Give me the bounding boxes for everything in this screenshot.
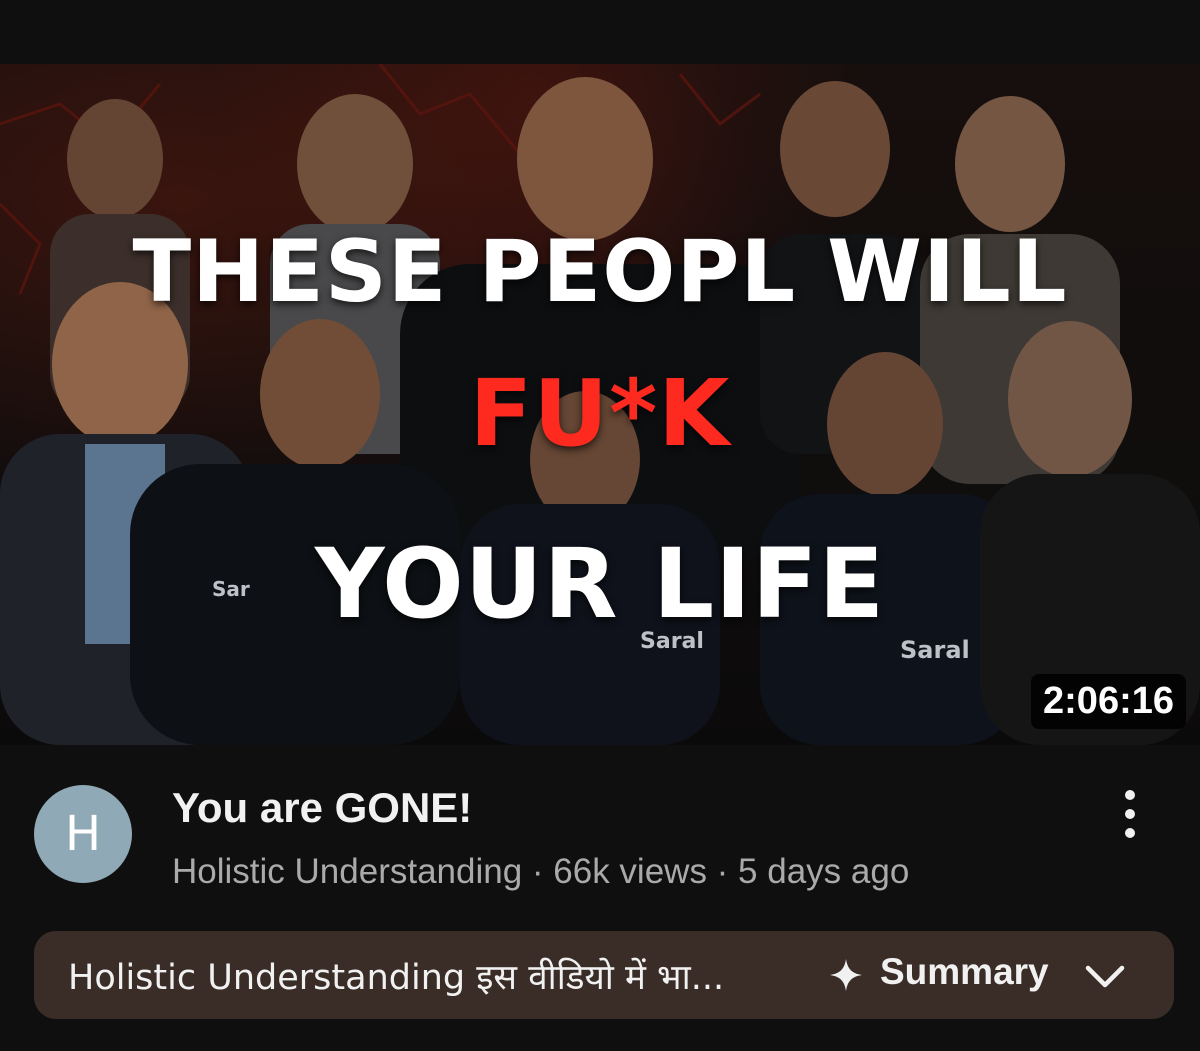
video-meta: Holistic Understanding · 66k views · 5 d… — [172, 852, 910, 891]
summary-label: Summary — [880, 951, 1049, 992]
thumbnail-caption-line-3: YOUR LIFE — [314, 528, 886, 640]
channel-avatar[interactable]: H — [34, 785, 132, 883]
summary-text: Holistic Understanding इस वीडियो में भा.… — [68, 958, 725, 998]
sparkle-icon — [830, 959, 862, 991]
thumbnail-caption-line-2: FU*K — [469, 360, 731, 467]
chevron-down-icon — [1085, 965, 1125, 988]
thumbnail-caption-line-1: THESE PEOPL WILL — [132, 222, 1068, 322]
video-thumbnail[interactable]: Saral Saral Sar THESE PEOPL WILL FU*K YO… — [0, 64, 1200, 745]
menu-dot — [1125, 809, 1135, 819]
menu-dot — [1125, 828, 1135, 838]
video-title[interactable]: You are GONE! — [172, 784, 472, 832]
menu-dot — [1125, 790, 1135, 800]
summary-bar[interactable]: Holistic Understanding इस वीडियो में भा.… — [34, 931, 1174, 1019]
video-duration-badge: 2:06:16 — [1031, 674, 1186, 729]
channel-avatar-initial: H — [64, 806, 102, 862]
more-vert-icon[interactable] — [1110, 786, 1150, 842]
